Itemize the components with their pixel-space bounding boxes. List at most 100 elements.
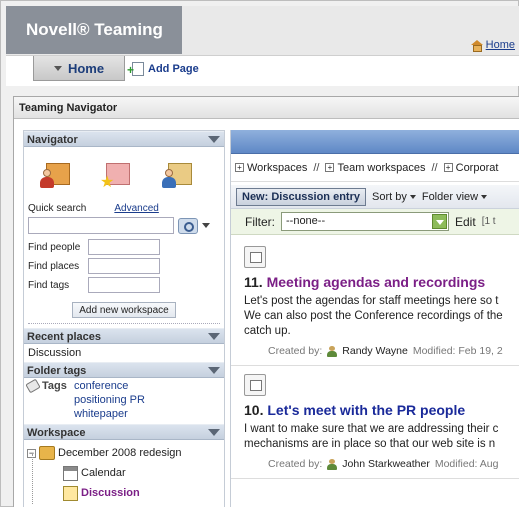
logo-text: Novell® Teaming [26, 20, 163, 39]
tree-node-label: Discussion [81, 487, 140, 499]
collapse-icon[interactable] [208, 333, 220, 340]
search-options-icon[interactable] [202, 223, 210, 228]
my-workspace-icon[interactable] [40, 159, 74, 193]
filter-value: --none-- [286, 215, 326, 227]
recent-places-header[interactable]: Recent places [24, 328, 224, 344]
entry-number: 11. [244, 274, 263, 290]
recent-place-item[interactable]: Discussion [24, 344, 224, 362]
search-icon[interactable] [178, 217, 198, 234]
quick-search-label: Quick search [28, 203, 87, 214]
team-workspace-icon[interactable] [162, 159, 196, 193]
person-icon [40, 169, 54, 189]
tree-node-label: December 2008 redesign [58, 447, 182, 459]
entry-body: Let's post the agendas for staff meeting… [244, 294, 519, 339]
find-tags-label: Find tags [28, 279, 70, 291]
find-tags-input[interactable] [88, 277, 160, 293]
folder-icon [39, 446, 55, 460]
recent-places-title: Recent places [27, 331, 101, 343]
navigator-icons: ★ [24, 147, 224, 203]
tree-node-calendar[interactable]: Calendar [27, 463, 221, 483]
folder-tags-title: Folder tags [27, 365, 87, 377]
entry-meta: Created by: Randy Wayne Modified: Feb 19… [244, 345, 519, 357]
panel-title: Teaming Navigator [14, 97, 519, 119]
sort-by-label: Sort by [371, 190, 407, 203]
breadcrumb-item[interactable]: Corporat [456, 162, 499, 174]
chevron-down-icon[interactable] [432, 214, 447, 229]
entry-icon [244, 246, 266, 268]
tag-link[interactable]: positioning PR [74, 394, 221, 406]
discussion-entry: 10. Let's meet with the PR people I want… [231, 374, 519, 470]
divider [28, 323, 220, 324]
filter-edit-link[interactable]: Edit [455, 215, 476, 229]
find-places-label: Find places [28, 260, 80, 272]
created-by-label: Created by: [268, 458, 323, 470]
advanced-search-link[interactable]: Advanced [114, 203, 158, 214]
entry-modified: Modified: Feb 19, 2 [412, 345, 503, 357]
folder-tags-header[interactable]: Folder tags [24, 362, 224, 378]
entry-body-line: Let's post the agendas for staff meeting… [244, 295, 499, 307]
home-tab-label: Home [67, 60, 105, 76]
entry-divider [231, 478, 519, 479]
user-icon [327, 458, 338, 470]
home-tab[interactable]: Home [33, 56, 125, 81]
entry-modified: Modified: Aug [434, 458, 499, 470]
tree-node-discussion[interactable]: Discussion [27, 483, 221, 503]
add-page-button[interactable]: Add Page [127, 62, 199, 76]
add-workspace-button[interactable]: Add new workspace [72, 302, 176, 318]
folder-view-label: Folder view [421, 190, 479, 203]
tag-link[interactable]: conference [74, 380, 128, 392]
find-places-input[interactable] [88, 258, 160, 274]
quick-search-input[interactable] [28, 217, 174, 234]
sort-by-menu[interactable]: Sort by [372, 191, 416, 203]
home-link-label: Home [485, 39, 515, 51]
tag-link[interactable]: whitepaper [74, 408, 221, 420]
workspace-tree: − December 2008 redesign Calendar Discus… [24, 440, 224, 506]
entry-author[interactable]: John Starkweather [342, 458, 430, 470]
entry-title-link[interactable]: Let's meet with the PR people [267, 402, 465, 418]
entry-title[interactable]: 10. Let's meet with the PR people [244, 402, 519, 418]
tags-block: Tags conference positioning PR whitepape… [24, 378, 224, 422]
entry-number: 10. [244, 402, 264, 418]
breadcrumb-item[interactable]: Team workspaces [337, 162, 425, 174]
add-page-label: Add Page [148, 63, 199, 75]
breadcrumb: + Workspaces // + Team workspaces // + C… [231, 154, 519, 182]
tags-label: Tags [42, 380, 67, 392]
chevron-down-icon [481, 194, 488, 199]
entry-title[interactable]: 11. Meeting agendas and recordings [244, 274, 519, 290]
page-tab-bar: Home Add Page [6, 56, 519, 86]
discussion-icon [63, 485, 78, 501]
quick-search-area: Quick search Advanced Find people Find p… [24, 203, 224, 318]
header-home-link[interactable]: Home [470, 39, 515, 52]
content-header-bar [231, 130, 519, 154]
dropdown-icon [53, 65, 62, 71]
collapse-icon[interactable] [208, 367, 220, 374]
navigator-header[interactable]: Navigator [24, 131, 224, 147]
workspace-title: Workspace [27, 427, 86, 439]
entry-author[interactable]: Randy Wayne [342, 345, 408, 357]
breadcrumb-separator: // [431, 161, 438, 174]
entry-meta: Created by: John Starkweather Modified: … [244, 458, 519, 470]
expand-icon[interactable]: + [235, 163, 244, 172]
workspace-header[interactable]: Workspace [24, 424, 224, 440]
folder-view-menu[interactable]: Folder view [421, 190, 488, 203]
tree-node-root[interactable]: − December 2008 redesign [27, 443, 221, 463]
person-icon [162, 169, 176, 189]
new-entry-button[interactable]: New: Discussion entry [236, 187, 366, 206]
chevron-down-icon [409, 194, 416, 199]
expand-icon[interactable]: + [443, 163, 453, 172]
entry-body-line: We can also post the Conference recordin… [244, 310, 503, 322]
entry-body-line: mechanisms are in place so that our web … [244, 438, 496, 450]
entry-body-line: I want to make sure that we are addressi… [244, 423, 499, 435]
entry-divider [231, 365, 519, 366]
filter-bar: Filter: --none-- Edit [1 t [231, 209, 519, 235]
favorites-icon[interactable]: ★ [100, 159, 134, 193]
breadcrumb-item[interactable]: Workspaces [247, 162, 307, 174]
collapse-icon[interactable] [208, 136, 220, 143]
expand-icon[interactable]: + [325, 163, 335, 172]
entry-body: I want to make sure that we are addressi… [244, 422, 519, 452]
filter-select[interactable]: --none-- [281, 212, 449, 231]
collapse-icon[interactable] [208, 429, 220, 436]
find-people-input[interactable] [88, 239, 160, 255]
entry-title-link[interactable]: Meeting agendas and recordings [267, 274, 486, 290]
breadcrumb-separator: // [313, 161, 320, 174]
